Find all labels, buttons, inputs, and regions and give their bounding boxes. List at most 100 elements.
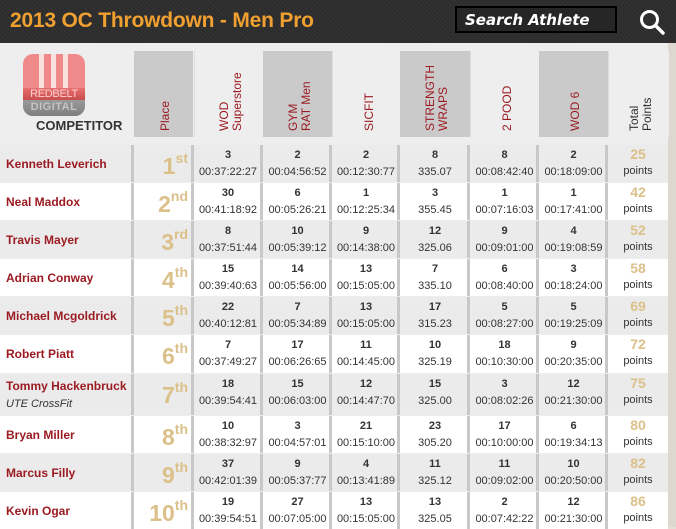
athlete-name[interactable]: Tommy Hackenbruck (6, 379, 127, 393)
column-header-place[interactable]: Place (134, 51, 193, 137)
athlete-name[interactable]: Neal Maddox (6, 195, 80, 209)
athlete-name[interactable]: Michael Mcgoldrick (6, 309, 117, 323)
logo-top-text: REDBELT (23, 88, 85, 100)
athlete-row[interactable]: Michael Mcgoldrick 5th 22 00:40:12:81 7 0… (0, 297, 668, 334)
place-suffix: th (174, 264, 188, 280)
column-header-wod6[interactable]: WOD 6 (539, 51, 608, 137)
place-suffix: st (175, 150, 188, 166)
points-label: points (623, 355, 653, 367)
event-rank: 10 (291, 225, 304, 237)
event-result-cell: 7 00:37:49:27 (194, 335, 262, 373)
event-rank: 8 (224, 225, 232, 237)
column-header-total[interactable]: Total Points (608, 51, 669, 137)
total-points: 69 (630, 298, 646, 314)
event-result-cell: 4 00:19:08:59 (539, 221, 608, 258)
athlete-row[interactable]: Marcus Filly 9th 37 00:42:01:39 9 00:05:3… (0, 454, 668, 491)
event-score: 00:09:01:00 (475, 242, 534, 254)
athlete-row[interactable]: Neal Maddox 2nd 30 00:41:18:92 6 00:05:26… (0, 183, 668, 220)
event-score: 00:21:30:00 (544, 513, 603, 525)
athlete-row[interactable]: Travis Mayer 3rd 8 00:37:51:44 10 00:05:3… (0, 221, 668, 258)
place-number: 4 (161, 267, 175, 293)
athlete-name[interactable]: Kenneth Leverich (6, 157, 107, 171)
column-header-sicfit[interactable]: SICFIT (332, 51, 401, 137)
event-score: 355.45 (418, 204, 452, 216)
event-result-cell: 6 00:19:34:13 (539, 416, 608, 453)
event-result-cell: 17 00:10:00:00 (470, 416, 539, 453)
column-header-strength_wraps[interactable]: STRENGTH WRAPS (400, 51, 470, 137)
event-rank: 8 (431, 149, 439, 161)
event-rank: 11 (360, 339, 372, 351)
athlete-name[interactable]: Kevin Ogar (6, 504, 70, 518)
event-score: 00:06:26:65 (268, 356, 327, 368)
event-result-cell: 18 00:39:54:41 (194, 374, 262, 415)
event-rank: 9 (570, 339, 577, 351)
athlete-name[interactable]: Bryan Miller (6, 428, 75, 442)
place-number: 1 (162, 153, 176, 179)
place-cell: 1st (134, 145, 192, 182)
place-suffix: th (174, 459, 188, 475)
points-label: points (623, 279, 653, 291)
column-header-two_pood[interactable]: 2 POOD (470, 51, 540, 137)
event-result-cell: 13 325.05 (400, 492, 470, 529)
event-score: 00:19:34:13 (544, 437, 603, 449)
event-rank: 2 (362, 149, 370, 161)
event-result-cell: 12 325.06 (400, 221, 470, 258)
event-rank: 7 (294, 301, 301, 313)
event-rank: 13 (359, 301, 373, 313)
place-number: 5 (161, 305, 175, 331)
event-result-cell: 4 00:13:41:89 (332, 454, 400, 491)
event-result-cell: 13 00:15:05:00 (332, 259, 400, 296)
event-result-cell: 1 00:12:25:34 (332, 183, 400, 220)
event-result-cell: 15 00:06:03:00 (263, 374, 332, 415)
event-rank: 1 (570, 187, 577, 199)
athlete-row[interactable]: Adrian Conway 4th 15 00:39:40:63 14 00:05… (0, 259, 668, 296)
athlete-name[interactable]: Adrian Conway (6, 271, 93, 285)
search-input[interactable] (457, 8, 615, 31)
athlete-row[interactable]: Bryan Miller 8th 10 00:38:32:97 3 00:04:5… (0, 416, 668, 453)
athlete-row[interactable]: Kevin Ogar 10th 19 00:39:54:51 27 00:07:0… (0, 492, 668, 529)
points-label: points (623, 165, 653, 177)
event-score: 00:14:38:00 (336, 242, 396, 254)
event-score: 325.05 (418, 513, 452, 525)
column-header-label: GYM RAT Men (285, 81, 313, 131)
competitor-logo: REDBELT DIGITAL COMPETITOR (0, 46, 134, 138)
total-points-cell: 72 points (608, 335, 668, 373)
event-rank: 10 (221, 420, 235, 432)
event-result-cell: 2 00:12:30:77 (332, 145, 400, 182)
column-header-wod_superstore[interactable]: WOD Superstore (194, 51, 263, 137)
page-background (668, 43, 676, 527)
athlete-name[interactable]: Marcus Filly (6, 466, 75, 480)
event-result-cell: 10 325.19 (400, 335, 470, 373)
logo-bottom-text: DIGITAL (23, 100, 85, 116)
event-result-cell: 21 00:15:10:00 (332, 416, 400, 453)
column-header-gym_rat_men[interactable]: GYM RAT Men (263, 51, 332, 137)
athlete-row[interactable]: Kenneth Leverich 1st 3 00:37:22:27 2 00:0… (0, 145, 668, 182)
athlete-row[interactable]: Robert Piatt 6th 7 00:37:49:27 17 00:06:2… (0, 335, 668, 373)
points-label: points (623, 512, 653, 524)
event-score: 00:18:24:00 (544, 280, 603, 292)
event-score: 325.12 (418, 475, 452, 487)
athlete-name[interactable]: Travis Mayer (6, 233, 79, 247)
place-number: 9 (161, 462, 175, 488)
event-rank: 3 (431, 187, 439, 199)
athlete-row[interactable]: Tommy Hackenbruck UTE CrossFit 7th 18 00:3… (0, 374, 668, 415)
event-result-cell: 6 00:08:40:00 (470, 259, 539, 296)
event-score: 00:04:57:01 (268, 437, 327, 449)
event-score: 00:12:30:77 (336, 166, 396, 178)
athlete-name[interactable]: Robert Piatt (6, 347, 74, 361)
search-box[interactable] (455, 6, 617, 33)
logo-label: COMPETITOR (36, 118, 123, 133)
event-score: 00:15:05:00 (336, 513, 396, 525)
place-suffix: th (174, 302, 188, 318)
event-rank: 6 (501, 263, 508, 275)
event-rank: 18 (498, 339, 511, 351)
total-points-cell: 25 points (608, 145, 668, 182)
place-suffix: th (174, 379, 188, 395)
place-value: 5th (161, 302, 188, 332)
search-button[interactable] (638, 8, 666, 36)
event-score: 325.19 (418, 356, 452, 368)
event-rank: 3 (224, 149, 232, 161)
points-label: points (623, 203, 653, 215)
event-score: 00:37:49:27 (198, 356, 258, 368)
event-result-cell: 37 00:42:01:39 (194, 454, 262, 491)
